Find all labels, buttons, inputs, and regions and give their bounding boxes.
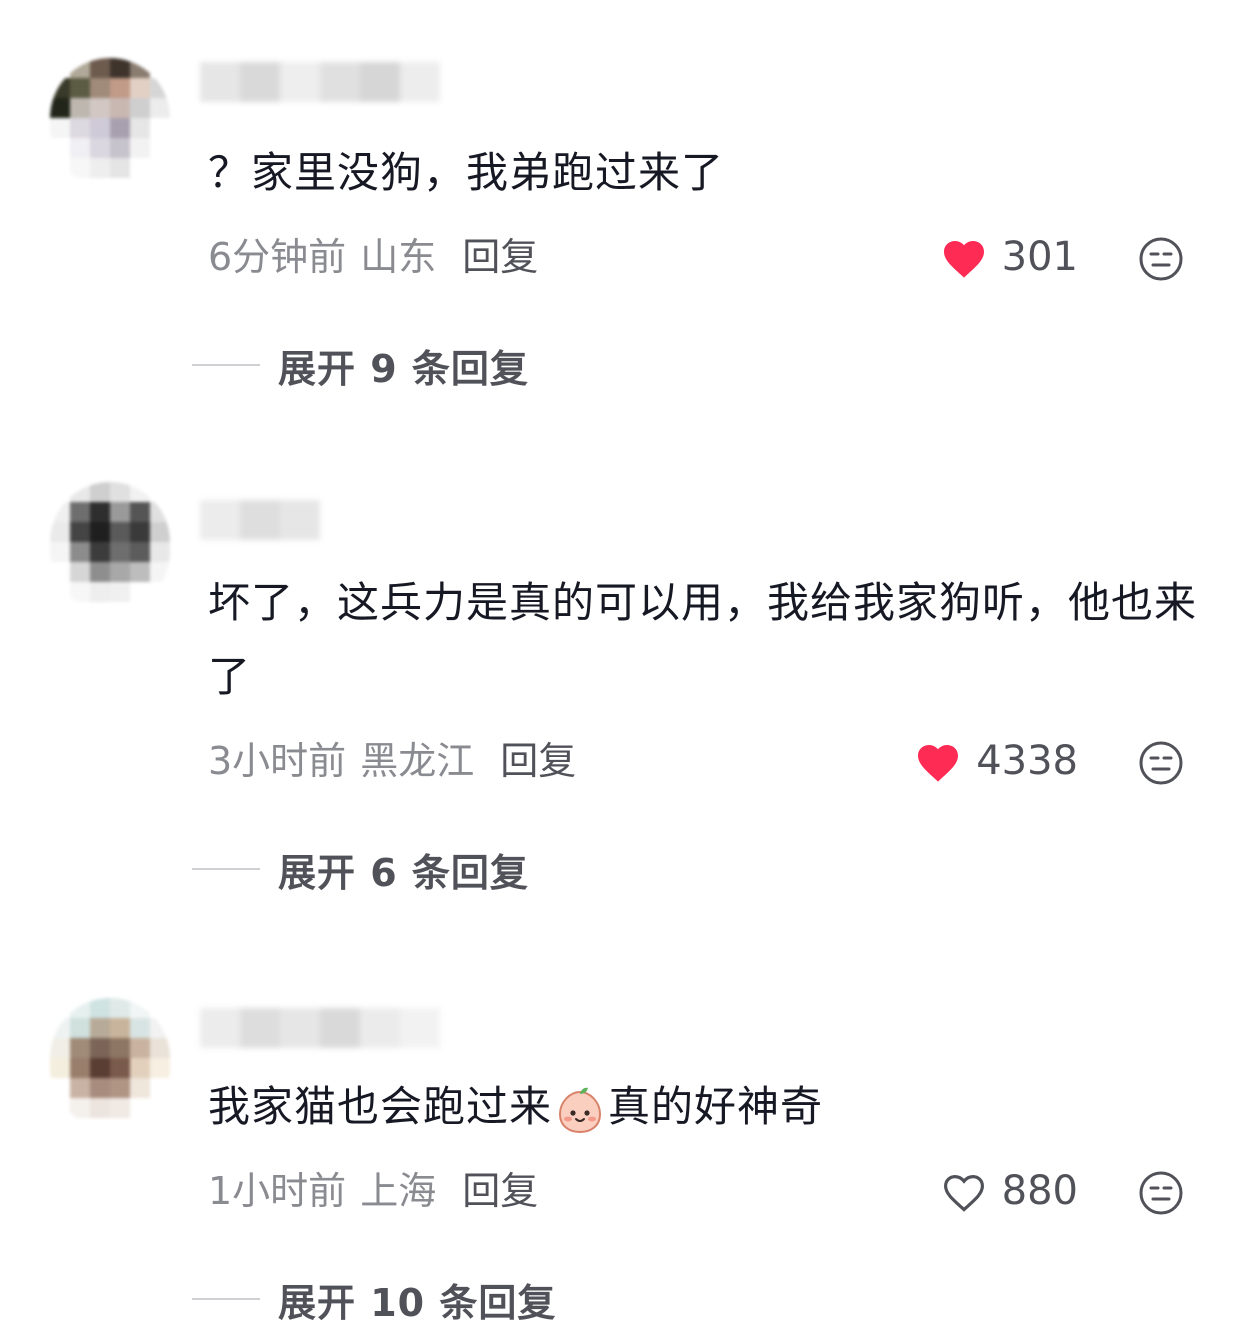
expand-replies-button[interactable]: 展开 10 条回复: [192, 1274, 557, 1325]
dislike-face-icon[interactable]: [1138, 740, 1184, 786]
heart-filled-icon: [943, 241, 984, 278]
reply-button[interactable]: 回复: [462, 1169, 538, 1213]
reply-button[interactable]: 回复: [462, 235, 538, 279]
expand-replies-label: 展开 6 条回复: [278, 850, 529, 895]
comment-region: 黑龙江: [360, 739, 475, 783]
avatar[interactable]: [50, 998, 170, 1128]
comment-region: 上海: [360, 1169, 437, 1213]
heart-outline-icon: [943, 1174, 984, 1212]
comment-time: 6分钟前: [208, 235, 347, 279]
expand-replies-label: 展开 9 条回复: [278, 346, 529, 391]
divider-line: [192, 364, 260, 366]
username-redacted[interactable]: [200, 62, 460, 102]
divider-line: [192, 1298, 260, 1300]
dislike-face-icon[interactable]: [1138, 1170, 1184, 1216]
expand-replies-button[interactable]: 展开 6 条回复: [192, 844, 529, 895]
expand-replies-label: 展开 10 条回复: [278, 1280, 557, 1325]
heart-filled-icon: [918, 745, 959, 782]
comment-meta: 1小时前 上海 回复: [208, 1166, 538, 1216]
reply-button[interactable]: 回复: [500, 739, 576, 783]
comment-text-part: 真的好神奇: [608, 1082, 824, 1131]
comment-text: 我家猫也会跑过来 真的好神奇: [208, 1070, 1198, 1144]
dislike-face-icon[interactable]: [1138, 236, 1184, 282]
like-count: 880: [1001, 1168, 1078, 1214]
like-button[interactable]: 4338: [914, 736, 1078, 786]
username-redacted[interactable]: [200, 500, 340, 540]
comment-time: 3小时前: [208, 739, 347, 783]
divider-line: [192, 868, 260, 870]
like-button[interactable]: 880: [940, 1166, 1078, 1216]
comment-text-part: 我家猫也会跑过来: [208, 1082, 553, 1131]
peach-face-emoji-icon: [559, 1087, 602, 1133]
like-button[interactable]: 301: [940, 232, 1078, 282]
comment-time: 1小时前: [208, 1169, 347, 1213]
expand-replies-button[interactable]: 展开 9 条回复: [192, 340, 529, 391]
comment-meta: 3小时前 黑龙江 回复: [208, 736, 576, 786]
like-count: 301: [1001, 234, 1078, 280]
comment-text: ？家里没狗，我弟跑过来了: [208, 148, 725, 197]
comment-text: 坏了，这兵力是真的可以用，我给我家狗听，他也来了: [208, 578, 1198, 701]
comment-meta: 6分钟前 山东 回复: [208, 232, 538, 282]
username-redacted[interactable]: [200, 1008, 440, 1048]
avatar[interactable]: [50, 482, 170, 612]
like-count: 4338: [976, 738, 1078, 784]
avatar[interactable]: [50, 58, 170, 188]
comment-region: 山东: [360, 235, 437, 279]
